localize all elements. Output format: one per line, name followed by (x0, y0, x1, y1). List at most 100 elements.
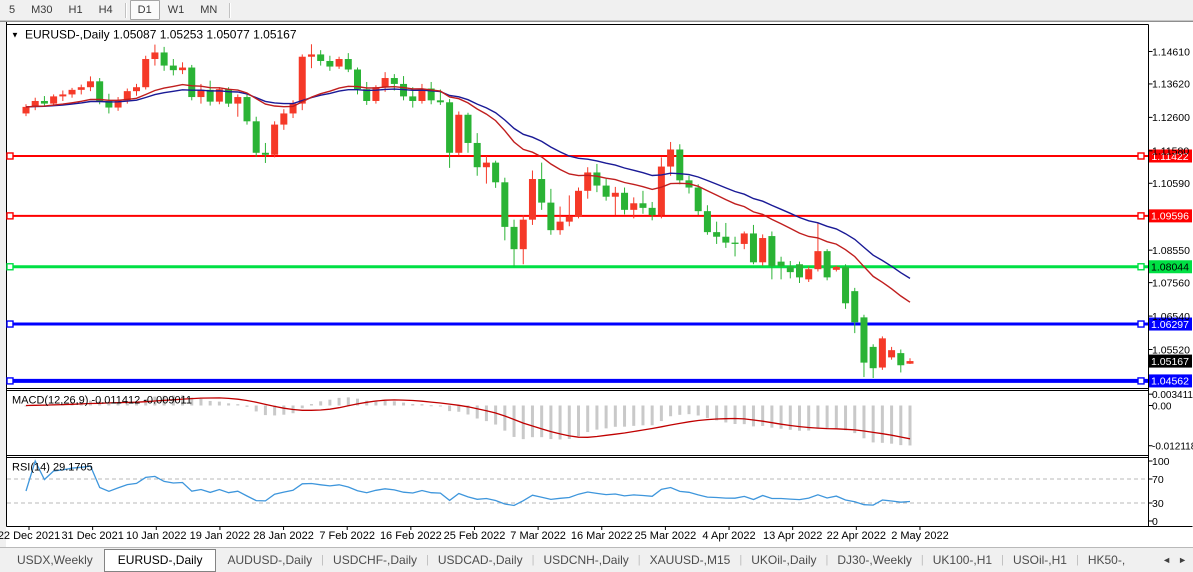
candle (860, 317, 867, 362)
candle (78, 87, 85, 90)
tab-eurusd-daily[interactable]: EURUSD-,Daily (104, 549, 217, 572)
macd-histogram-bar (853, 406, 856, 434)
tab-dj30-weekly[interactable]: DJ30-,Weekly (828, 549, 920, 571)
candle (151, 52, 158, 59)
candle (455, 115, 462, 153)
date-axis-label: 22 Apr 2022 (827, 530, 886, 542)
macd-histogram-bar (881, 406, 884, 443)
tab-usoil-h1[interactable]: USOil-,H1 (1004, 549, 1076, 571)
macd-axis-label: -0.012118 (1152, 442, 1193, 453)
date-axis-label: 2 May 2022 (891, 530, 948, 542)
hline-endpoint-marker (7, 378, 13, 384)
price-axis-label: 1.14610 (1152, 46, 1190, 58)
macd-histogram-bar (605, 406, 608, 429)
macd-indicator-label: MACD(12,26,9) -0.011412 -0.009011 (12, 395, 192, 407)
macd-histogram-bar (688, 406, 691, 415)
timeframe-button-h4[interactable]: H4 (91, 0, 121, 20)
date-axis-label: 31 Dec 2021 (61, 530, 123, 542)
candle (345, 59, 352, 69)
candle (511, 227, 518, 249)
candle (805, 269, 812, 279)
date-axis-label: 25 Mar 2022 (635, 530, 697, 542)
candle (833, 267, 840, 270)
candle (133, 87, 140, 91)
candle (621, 193, 628, 210)
tab-usdcad-daily[interactable]: USDCAD-,Daily (429, 549, 532, 571)
candle (179, 68, 186, 71)
tab-usdcnh-daily[interactable]: USDCNH-,Daily (534, 549, 637, 571)
candle (308, 54, 315, 56)
tab-ukoil-daily[interactable]: UKOil-,Daily (742, 549, 825, 571)
timeframe-button-m30[interactable]: M30 (23, 0, 60, 20)
macd-histogram-bar (218, 402, 221, 406)
candle (787, 266, 794, 272)
price-axis-label: 1.11580 (1152, 146, 1189, 158)
macd-histogram-bar (678, 406, 681, 415)
tab-scroll-right-icon[interactable]: ► (1178, 555, 1187, 565)
macd-histogram-bar (909, 406, 912, 446)
candle (50, 96, 57, 103)
candle (474, 143, 481, 167)
macd-histogram-bar (816, 406, 819, 429)
macd-histogram-bar (641, 406, 644, 426)
tab-usdx-weekly[interactable]: USDX,Weekly (8, 549, 102, 571)
candle (326, 61, 333, 67)
date-axis-label: 19 Jan 2022 (190, 530, 251, 542)
timeframe-button-w1[interactable]: W1 (160, 0, 193, 20)
macd-histogram-bar (199, 399, 202, 406)
tab-xauusd-m15[interactable]: XAUUSD-,M15 (641, 549, 740, 571)
macd-histogram-bar (476, 406, 479, 419)
macd-histogram-bar (246, 406, 249, 407)
tab-hk50[interactable]: HK50-, (1079, 549, 1134, 571)
tab-uk100-h1[interactable]: UK100-,H1 (924, 549, 1001, 571)
macd-histogram-bar (347, 397, 350, 405)
candle (69, 90, 76, 95)
candle (391, 78, 398, 84)
candle (299, 57, 306, 104)
tab-usdchf-daily[interactable]: USDCHF-,Daily (324, 549, 426, 571)
candle (409, 96, 416, 101)
candle (778, 262, 785, 267)
hline-endpoint-marker (1138, 264, 1144, 270)
candle (667, 150, 674, 167)
candle (722, 237, 729, 243)
candle (713, 232, 720, 237)
candle (59, 94, 66, 96)
chart-menu-arrow-icon[interactable]: ▼ (11, 31, 19, 40)
rsi-axis-label: 30 (1152, 498, 1164, 510)
hline-endpoint-marker (7, 321, 13, 327)
macd-histogram-bar (899, 406, 902, 446)
candle (317, 54, 324, 61)
timeframe-button-d1[interactable]: D1 (130, 0, 160, 20)
macd-histogram-bar (264, 406, 267, 416)
timeframe-button-5[interactable]: 5 (1, 0, 23, 20)
macd-histogram-bar (384, 401, 387, 406)
price-axis-label: 1.07560 (1152, 277, 1190, 289)
tab-audusd-daily[interactable]: AUDUSD-,Daily (218, 549, 321, 571)
macd-histogram-bar (393, 401, 396, 405)
timeframe-button-mn[interactable]: MN (192, 0, 225, 20)
price-axis-label: 1.08550 (1152, 245, 1190, 257)
macd-histogram-bar (255, 406, 258, 412)
macd-histogram-bar (328, 400, 331, 406)
left-margin-strip (0, 21, 6, 547)
current-price-label: 1.05167 (1151, 356, 1189, 368)
candle (142, 59, 149, 87)
timeframe-button-h1[interactable]: H1 (61, 0, 91, 20)
date-axis-label: 25 Feb 2022 (444, 530, 506, 542)
macd-axis-label: 0.003411 (1152, 390, 1193, 401)
toolbar-separator (229, 3, 230, 18)
candle (768, 236, 775, 266)
candle (188, 68, 195, 98)
macd-histogram-bar (282, 406, 285, 415)
symbol-tabbar: USDX,WeeklyEURUSD-,DailyAUDUSD-,Daily|US… (0, 547, 1193, 572)
date-axis-label: 7 Feb 2022 (319, 530, 375, 542)
date-axis-label: 13 Apr 2022 (763, 530, 822, 542)
macd-histogram-bar (715, 406, 718, 421)
price-axis-label: 1.13620 (1152, 79, 1190, 91)
candle (520, 220, 527, 250)
rsi-axis-label: 100 (1152, 456, 1170, 468)
candle (234, 97, 241, 104)
timeframe-toolbar: 5M30H1H4 D1W1MN (0, 0, 1193, 21)
tab-scroll-left-icon[interactable]: ◄ (1162, 555, 1171, 565)
